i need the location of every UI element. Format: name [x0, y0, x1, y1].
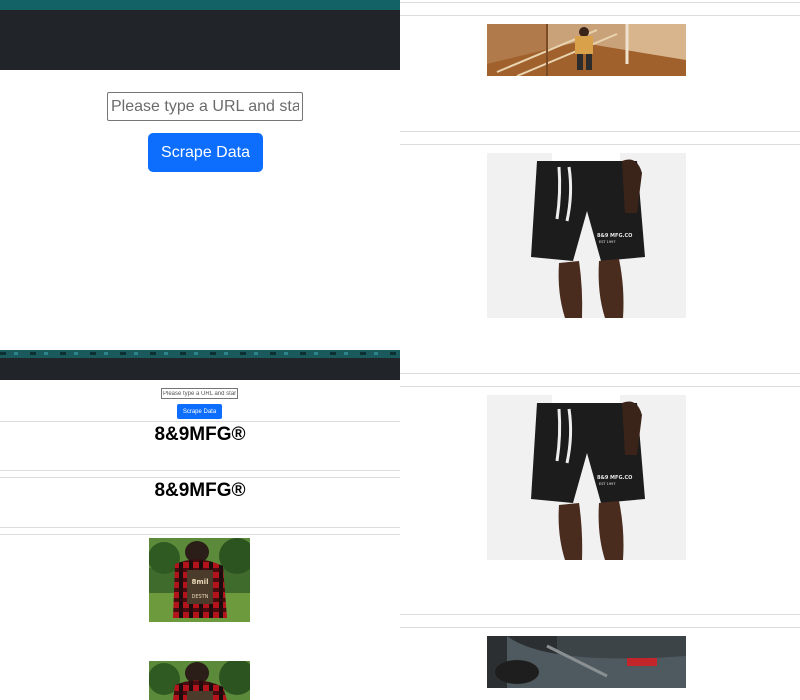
url-input[interactable] — [107, 92, 303, 121]
scraper-page-top: Scrape Data — [0, 0, 400, 350]
product-image-shorts[interactable]: 8&9 MFG.CO EST 1997 — [487, 153, 686, 318]
divider — [0, 477, 400, 478]
product-image-flannel[interactable] — [149, 661, 250, 700]
scrape-data-button-small[interactable]: Scrape Data — [177, 404, 222, 419]
divider — [0, 534, 400, 535]
shorts-print-subtext: EST 1997 — [599, 482, 616, 486]
divider — [0, 470, 400, 471]
scrape-data-button[interactable]: Scrape Data — [148, 133, 263, 172]
product-image-jeans[interactable] — [487, 636, 686, 688]
divider — [0, 421, 400, 422]
shorts-print-text: 8&9 MFG.CO — [597, 475, 632, 481]
divider — [400, 614, 800, 615]
scraper-page-results: Scrape Data 8&9MFG® 8&9MFG® 8mil DE — [0, 350, 400, 700]
divider — [400, 15, 800, 16]
svg-text:DESTN: DESTN — [192, 594, 209, 600]
navbar — [0, 10, 400, 70]
product-image-flannel[interactable]: 8mil DESTN — [149, 538, 250, 622]
divider — [0, 527, 400, 528]
divider — [400, 144, 800, 145]
brand-heading: 8&9MFG® — [154, 424, 246, 445]
divider — [400, 386, 800, 387]
divider — [400, 627, 800, 628]
navbar-small — [0, 358, 400, 380]
shorts-print-text: 8&9 MFG.CO — [597, 233, 632, 239]
divider — [400, 131, 800, 132]
product-image-list: 8&9 MFG.CO EST 1997 8&9 MFG.CO EST 1997 — [400, 0, 800, 700]
svg-text:8mil: 8mil — [192, 578, 209, 586]
divider — [400, 2, 800, 3]
product-image-staircase[interactable] — [487, 24, 686, 76]
shorts-print-subtext: EST 1997 — [599, 240, 616, 244]
product-image-shorts[interactable]: 8&9 MFG.CO EST 1997 — [487, 395, 686, 560]
brand-heading: 8&9MFG® — [154, 480, 246, 501]
taskbar-strip — [0, 350, 400, 358]
browser-accent-strip — [0, 0, 400, 10]
divider — [400, 373, 800, 374]
url-input-small[interactable] — [161, 388, 238, 399]
